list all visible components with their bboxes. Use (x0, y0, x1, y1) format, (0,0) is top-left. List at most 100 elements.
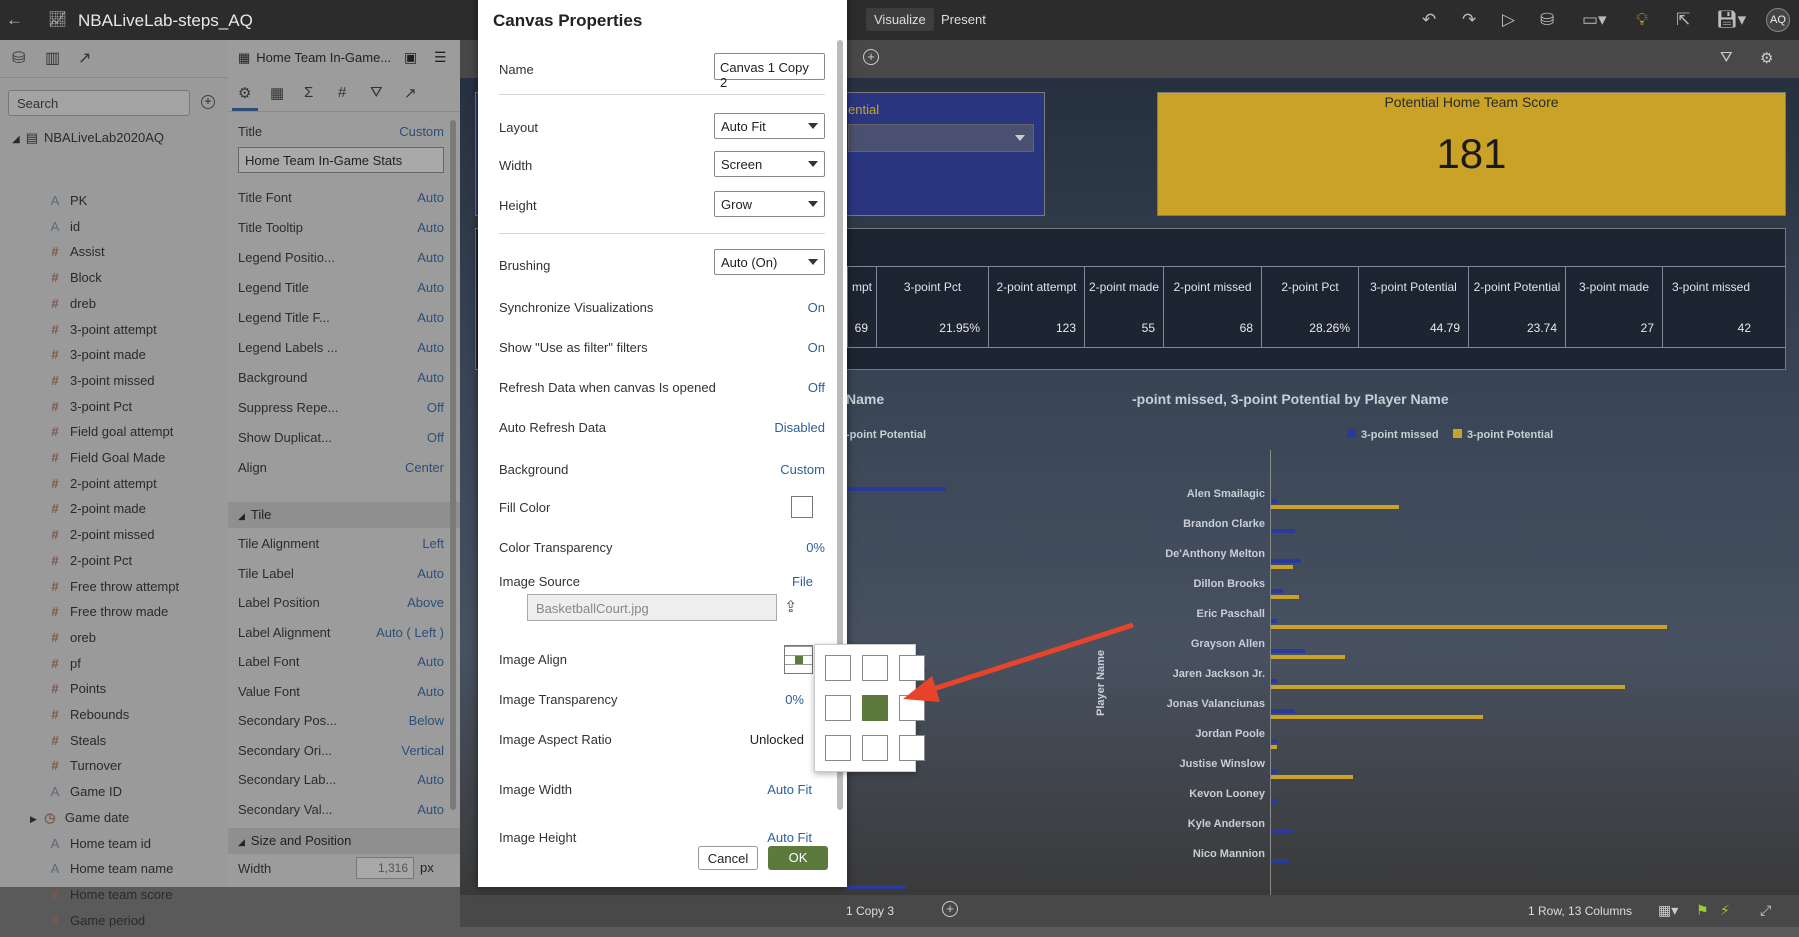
size-section-header[interactable]: ◢ Size and Position (228, 828, 460, 854)
column-header[interactable]: 2-point Potential (1468, 267, 1565, 307)
bar-3pt-missed[interactable] (1271, 799, 1277, 803)
bar-3pt-potential[interactable] (1271, 565, 1293, 569)
field-item[interactable]: #3-point attempt (48, 322, 156, 346)
property-value[interactable]: Auto (417, 280, 444, 295)
image-width-value[interactable]: Auto Fit (767, 782, 812, 797)
property-value[interactable]: Off (427, 400, 444, 415)
bar-3pt-missed[interactable] (1271, 829, 1293, 833)
bar-3pt-missed[interactable] (1271, 769, 1277, 773)
bar-3pt-missed[interactable] (1271, 529, 1295, 533)
field-item[interactable]: # Field goal attempt (48, 424, 173, 448)
play-icon[interactable]: ▷ (1502, 10, 1515, 30)
bar-3pt-potential[interactable] (1271, 745, 1277, 749)
field-item[interactable]: #3-point made (48, 347, 146, 371)
field-item[interactable]: # pf (48, 656, 80, 680)
field-item[interactable]: # Turnover (48, 758, 121, 782)
general-tab-icon[interactable]: ⚙ (238, 84, 251, 102)
field-item[interactable]: A PK (48, 193, 88, 217)
data-tab-icon[interactable]: ⛁ (12, 48, 25, 68)
save-icon[interactable]: 💾︎▾ (1716, 10, 1746, 30)
analytics-tab-icon[interactable]: Σ (304, 84, 313, 101)
menu-icon[interactable]: ☰ (434, 49, 447, 66)
collapse-icon[interactable]: ◢ (12, 134, 20, 145)
layout-select[interactable]: Auto Fit (714, 113, 825, 139)
column-header[interactable]: 2-point Pct (1261, 267, 1358, 307)
column-header[interactable]: 3-point made (1565, 267, 1662, 307)
setting-value[interactable]: Custom (780, 462, 825, 477)
bar-3pt-missed[interactable] (1271, 679, 1277, 683)
align-cell[interactable] (825, 735, 851, 761)
field-item[interactable]: # Free throw made (48, 604, 168, 628)
column-header[interactable]: 2-point missed (1163, 267, 1261, 307)
redo-icon[interactable]: ↷ (1462, 10, 1476, 30)
align-cell[interactable] (825, 695, 851, 721)
field-item[interactable]: #3-point Pct (48, 399, 132, 423)
grid-icon[interactable]: ▦▾ (1658, 902, 1678, 919)
field-item[interactable]: #2-point missed (48, 527, 154, 551)
brushing-select[interactable]: Auto (On) (714, 249, 825, 275)
fill-color-swatch[interactable] (791, 496, 813, 518)
layout-icon[interactable]: ▣ (404, 49, 417, 66)
align-cell[interactable] (862, 735, 888, 761)
property-value[interactable]: Auto (417, 340, 444, 355)
bar-3pt-potential[interactable] (1271, 505, 1399, 509)
align-cell[interactable] (899, 735, 925, 761)
filter-icon[interactable]: ⛛ (1720, 49, 1733, 66)
field-item[interactable]: # Free throw attempt (48, 579, 179, 603)
back-icon[interactable]: ← (6, 10, 23, 30)
setting-value[interactable]: Disabled (774, 420, 825, 435)
field-item[interactable]: #2-point made (48, 501, 146, 525)
bar-3pt-potential[interactable] (1271, 715, 1483, 719)
bookmark-icon[interactable]: ⚑ (1696, 902, 1709, 919)
width-select[interactable]: Screen (714, 151, 825, 177)
field-item[interactable]: # Rebounds (48, 707, 129, 731)
user-avatar[interactable]: AQ (1766, 8, 1790, 32)
bar-3pt-potential[interactable] (1271, 625, 1667, 629)
search-input[interactable]: Search (8, 90, 190, 116)
add-canvas-tab-icon[interactable]: + (942, 901, 958, 917)
name-input[interactable]: Canvas 1 Copy 2 (714, 53, 825, 90)
bar-3pt-missed[interactable] (1271, 559, 1301, 563)
undo-icon[interactable]: ↶ (1422, 10, 1436, 30)
performance-icon[interactable]: ⚡︎ (1720, 902, 1730, 919)
field-item[interactable]: A Home team name (48, 861, 174, 885)
bar-3pt-missed[interactable] (1271, 499, 1277, 503)
property-value[interactable]: Auto (417, 370, 444, 385)
column-header[interactable]: 3-point missed (1662, 267, 1759, 307)
align-cell[interactable] (899, 655, 925, 681)
align-cell[interactable] (899, 695, 925, 721)
column-header[interactable]: mpt (847, 267, 876, 307)
bar-3pt-missed[interactable] (1271, 859, 1289, 863)
bar-3pt-potential[interactable] (1271, 595, 1299, 599)
setting-value[interactable]: Off (808, 380, 825, 395)
field-item[interactable]: ▶ ◷ Game date (30, 810, 129, 834)
property-value[interactable]: Auto (417, 684, 444, 699)
field-item[interactable]: # Assist (48, 244, 104, 268)
property-value[interactable]: Auto (417, 566, 444, 581)
fullscreen-icon[interactable]: ⤢ (1760, 902, 1771, 919)
align-cell[interactable] (862, 655, 888, 681)
axis-tab-icon[interactable]: ▦ (270, 84, 284, 102)
expand-icon[interactable]: ▶ (30, 814, 37, 824)
title-input[interactable]: Home Team In-Game Stats (238, 147, 444, 173)
image-height-value[interactable]: Auto Fit (767, 830, 812, 845)
bar-3pt-missed[interactable] (1271, 619, 1277, 623)
property-value[interactable]: Auto (417, 220, 444, 235)
bar-3pt-missed[interactable] (1271, 709, 1295, 713)
field-item[interactable]: A Game ID (48, 784, 122, 808)
field-item[interactable]: # Field Goal Made (48, 450, 165, 474)
align-center-cell-selected[interactable] (862, 695, 888, 721)
property-value[interactable]: Below (409, 713, 444, 728)
property-value[interactable]: Auto (417, 250, 444, 265)
field-item[interactable]: # Steals (48, 733, 106, 757)
field-item[interactable]: Aid (48, 219, 80, 243)
nav-visualize[interactable]: Visualize (866, 8, 934, 31)
bar-3pt-potential[interactable] (1271, 685, 1625, 689)
property-value[interactable]: Off (427, 430, 444, 445)
field-item[interactable]: # dreb (48, 296, 96, 320)
bar-3pt-potential[interactable] (1271, 655, 1345, 659)
nav-present[interactable]: Present (941, 12, 986, 27)
insights-bulb-icon[interactable]: 💡︎ (1636, 10, 1648, 30)
export-icon[interactable]: ⇱ (1676, 10, 1690, 30)
dataset-node[interactable]: ◢ ▤ NBALiveLab2020AQ (12, 130, 164, 154)
